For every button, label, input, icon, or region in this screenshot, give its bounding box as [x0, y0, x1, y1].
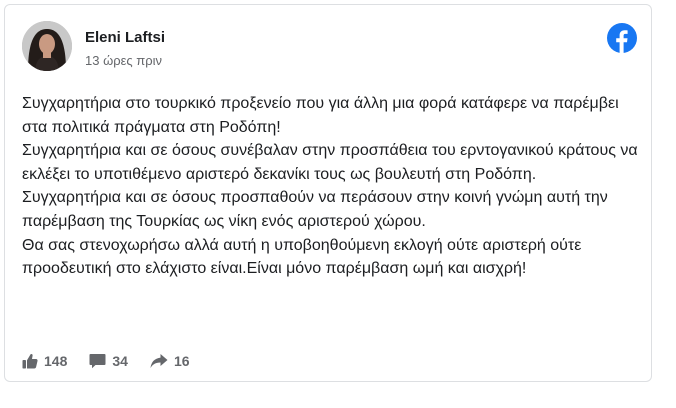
post-paragraph: Συγχαρητήρια και σε όσους προσπαθούν να … — [22, 189, 608, 230]
shares-stat[interactable]: 16 — [150, 353, 190, 369]
shares-count: 16 — [173, 353, 190, 369]
share-arrow-icon — [150, 354, 168, 368]
post-paragraph: Συγχαρητήρια στο τουρκικό προξενείο που … — [22, 95, 619, 136]
comments-stat[interactable]: 34 — [89, 353, 128, 369]
facebook-icon[interactable] — [607, 23, 637, 53]
post-text: Συγχαρητήρια στο τουρκικό προξενείο που … — [22, 92, 642, 281]
thumbs-up-icon — [22, 353, 38, 369]
post-paragraph: Θα σας στενοχωρήσω αλλά αυτή η υποβοηθού… — [22, 236, 582, 278]
likes-count: 148 — [44, 353, 68, 369]
post-card: Eleni Laftsi 13 ώρες πριν Συγχαρητήρια σ… — [4, 4, 652, 382]
comments-count: 34 — [112, 353, 128, 369]
comment-icon — [89, 354, 106, 369]
post-timestamp[interactable]: 13 ώρες πριν — [85, 53, 162, 68]
author-name[interactable]: Eleni Laftsi — [85, 29, 165, 46]
post-paragraph: Συγχαρητήρια και σε όσους συνέβαλαν στην… — [22, 142, 638, 183]
likes-stat[interactable]: 148 — [22, 353, 67, 369]
author-avatar[interactable] — [22, 21, 72, 71]
post-stats-bar: 148 34 16 — [22, 351, 212, 371]
